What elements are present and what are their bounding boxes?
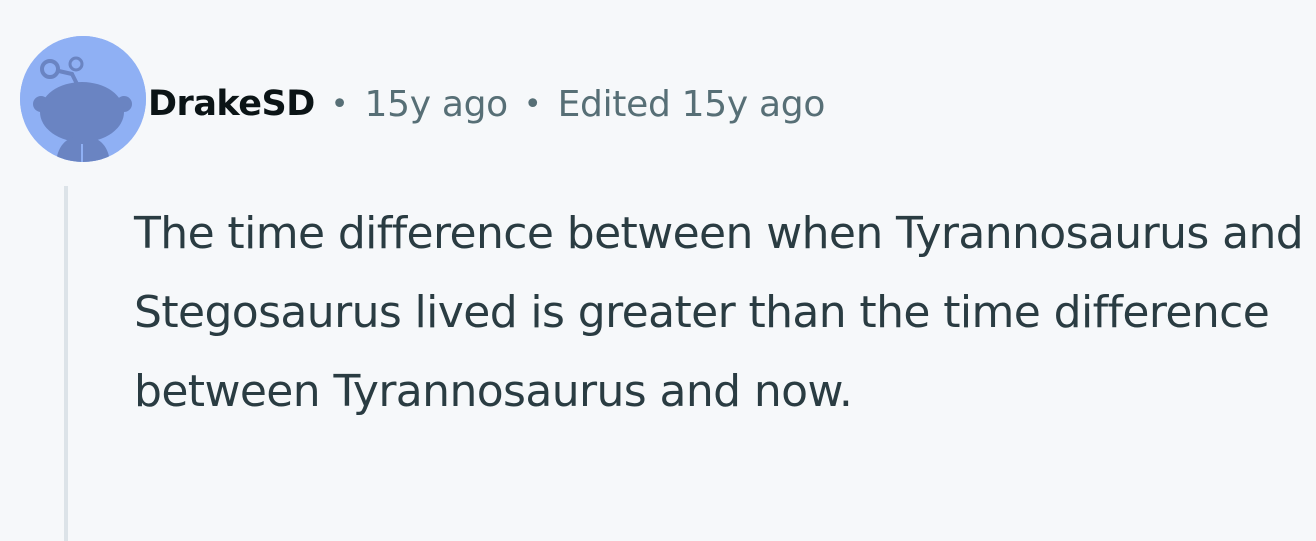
timestamp[interactable]: 15y ago: [364, 84, 508, 125]
separator-dot: •: [330, 86, 349, 122]
avatar[interactable]: [20, 36, 146, 162]
edited-label: Edited 15y ago: [557, 83, 826, 125]
snoo-avatar-icon: [20, 36, 146, 162]
thread-line[interactable]: [64, 186, 68, 541]
comment: DrakeSD • 15y ago • Edited 15y ago The t…: [0, 0, 1316, 541]
comment-body: The time difference between when Tyranno…: [134, 208, 1304, 417]
author-name[interactable]: DrakeSD: [148, 84, 315, 124]
separator-dot: •: [523, 86, 542, 122]
comment-header: DrakeSD • 15y ago • Edited 15y ago: [148, 74, 825, 134]
